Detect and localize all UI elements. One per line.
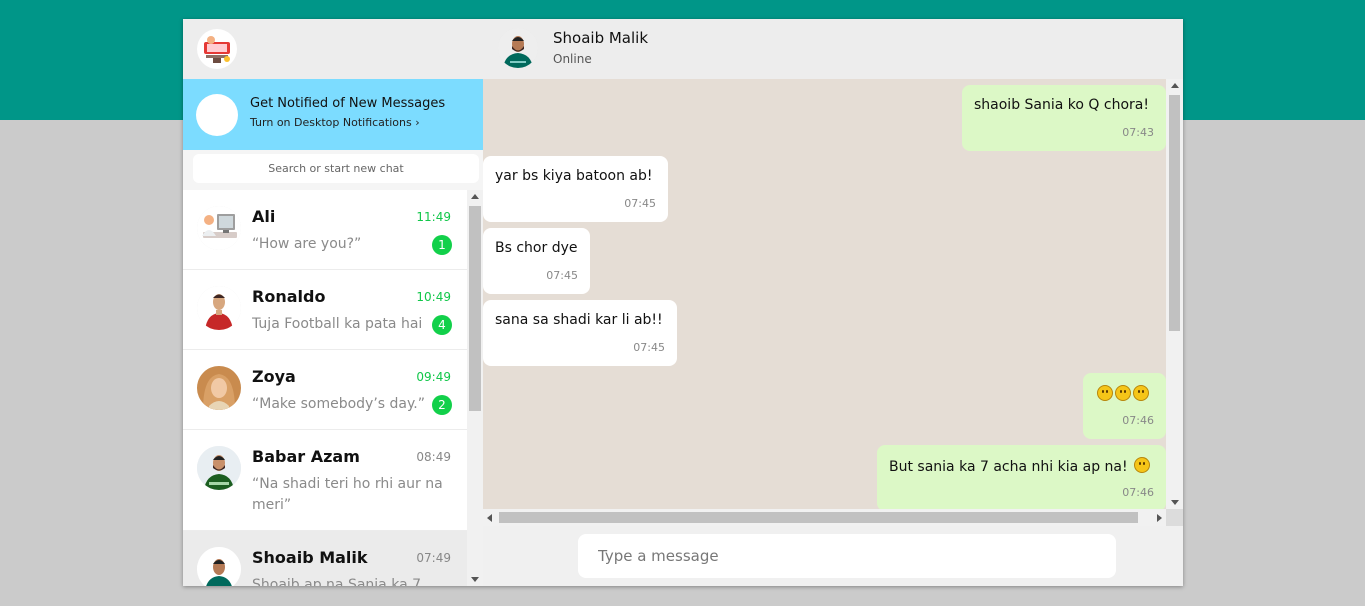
chat-last-message: “Na shadi teri ho rhi aur na meri” — [252, 476, 443, 513]
notification-title: Get Notified of New Messages — [250, 96, 446, 111]
chat-timestamp: 10:49 — [416, 290, 451, 304]
unread-count-badge: 4 — [432, 315, 452, 335]
chat-list: Ali 11:49 “How are you?” 1 Ronaldo 10:49… — [183, 190, 467, 586]
avatar — [197, 446, 241, 490]
message-text: sana sa shadi kar li ab!! — [495, 312, 663, 328]
message-time: 07:45 — [546, 269, 578, 282]
my-profile-avatar[interactable] — [197, 29, 237, 69]
sidebar: Get Notified of New Messages Turn on Des… — [183, 19, 483, 586]
chat-item-babar-azam[interactable]: Babar Azam 08:49 “Na shadi teri ho rhi a… — [183, 430, 467, 531]
chat-contact-name: Ronaldo — [252, 287, 326, 306]
neutral-face-emoji — [1115, 385, 1131, 401]
avatar — [197, 547, 241, 586]
person-photo-icon — [197, 286, 241, 330]
chat-contact-name: Ali — [252, 207, 276, 226]
scrollbar-thumb[interactable] — [499, 512, 1138, 523]
enable-notifications-link[interactable]: Turn on Desktop Notifications › — [250, 116, 420, 129]
message-time: 07:45 — [633, 341, 665, 354]
smiling-face-emoji — [1134, 457, 1151, 473]
scrollbar-thumb[interactable] — [469, 206, 481, 411]
conversation-panel: Shoaib Malik Online shaoib Sania ko Q ch… — [483, 19, 1183, 586]
unread-count-badge: 1 — [432, 235, 452, 255]
message-text: shaoib Sania ko Q chora! — [974, 97, 1149, 113]
chat-contact-name: Zoya — [252, 367, 296, 386]
chat-last-message: “How are you?” — [252, 236, 362, 252]
message-time: 07:45 — [624, 197, 656, 210]
person-photo-icon — [498, 28, 538, 68]
scrollbar-thumb[interactable] — [1169, 95, 1180, 331]
message-outgoing: shaoib Sania ko Q chora! 07:43 — [962, 85, 1166, 151]
chat-contact-name: Babar Azam — [252, 447, 360, 466]
contact-status: Online — [553, 52, 592, 66]
scroll-down-arrow-icon[interactable] — [471, 577, 479, 582]
search-input[interactable] — [193, 154, 479, 183]
message-thread: shaoib Sania ko Q chora! 07:43 yar bs ki… — [483, 79, 1166, 509]
avatar — [197, 366, 241, 410]
scroll-up-arrow-icon[interactable] — [471, 194, 479, 199]
profile-illustration-icon — [204, 36, 230, 63]
neutral-face-emoji — [1133, 385, 1149, 401]
chat-last-message: “Make somebody’s day.” — [252, 396, 425, 412]
message-thread-vertical-scrollbar[interactable] — [1166, 79, 1183, 509]
scroll-up-arrow-icon[interactable] — [1171, 83, 1179, 88]
scrollbar-corner — [1166, 509, 1183, 526]
chat-timestamp: 11:49 — [416, 210, 451, 224]
message-text: But sania ka 7 acha nhi kia ap na! — [889, 459, 1128, 475]
chat-item-zoya[interactable]: Zoya 09:49 “Make somebody’s day.” 2 — [183, 350, 467, 430]
chat-contact-name: Shoaib Malik — [252, 548, 368, 567]
chat-app-window: Get Notified of New Messages Turn on Des… — [183, 19, 1183, 586]
message-input[interactable] — [578, 534, 1116, 578]
person-photo-icon — [197, 446, 241, 490]
message-incoming: Bs chor dye 07:45 — [483, 228, 590, 294]
message-incoming: yar bs kiya batoon ab! 07:45 — [483, 156, 668, 222]
message-time: 07:46 — [1122, 486, 1154, 499]
scroll-down-arrow-icon[interactable] — [1171, 500, 1179, 505]
avatar — [197, 286, 241, 330]
chat-timestamp: 09:49 — [416, 370, 451, 384]
chat-timestamp: 07:49 — [416, 551, 451, 565]
chat-list-scrollbar[interactable] — [467, 190, 483, 586]
message-thread-horizontal-scrollbar[interactable] — [483, 509, 1166, 526]
person-photo-icon — [197, 366, 241, 410]
chat-item-ronaldo[interactable]: Ronaldo 10:49 Tuja Football ka pata hai … — [183, 270, 467, 350]
message-time: 07:46 — [1122, 414, 1154, 427]
person-at-computer-icon — [197, 206, 241, 250]
message-outgoing: 07:46 — [1083, 373, 1166, 439]
scroll-right-arrow-icon[interactable] — [1157, 514, 1162, 522]
message-composer — [483, 526, 1183, 586]
message-incoming: sana sa shadi kar li ab!! 07:45 — [483, 300, 677, 366]
message-text: yar bs kiya batoon ab! — [495, 168, 653, 184]
sidebar-header — [183, 19, 483, 79]
person-photo-icon — [197, 547, 241, 586]
chat-last-message: Tuja Football ka pata hai — [252, 316, 423, 332]
chat-item-ali[interactable]: Ali 11:49 “How are you?” 1 — [183, 190, 467, 270]
scroll-left-arrow-icon[interactable] — [487, 514, 492, 522]
conversation-header[interactable]: Shoaib Malik Online — [483, 19, 1183, 79]
message-text: Bs chor dye — [495, 240, 578, 256]
search-bar — [183, 150, 483, 190]
message-time: 07:43 — [1122, 126, 1154, 139]
unread-count-badge: 2 — [432, 395, 452, 415]
chat-timestamp: 08:49 — [416, 450, 451, 464]
contact-avatar[interactable] — [498, 28, 538, 68]
contact-name: Shoaib Malik — [553, 29, 649, 47]
message-outgoing: But sania ka 7 acha nhi kia ap na! 07:46 — [877, 445, 1166, 509]
neutral-face-emoji — [1097, 385, 1113, 401]
notification-bell-icon — [196, 94, 238, 136]
chat-item-shoaib-malik[interactable]: Shoaib Malik 07:49 Shoaib ap na Sania ka… — [183, 531, 467, 586]
chat-last-message: Shoaib ap na Sania ka 7 — [252, 577, 422, 586]
desktop-notification-banner[interactable]: Get Notified of New Messages Turn on Des… — [183, 79, 483, 150]
avatar — [197, 206, 241, 250]
